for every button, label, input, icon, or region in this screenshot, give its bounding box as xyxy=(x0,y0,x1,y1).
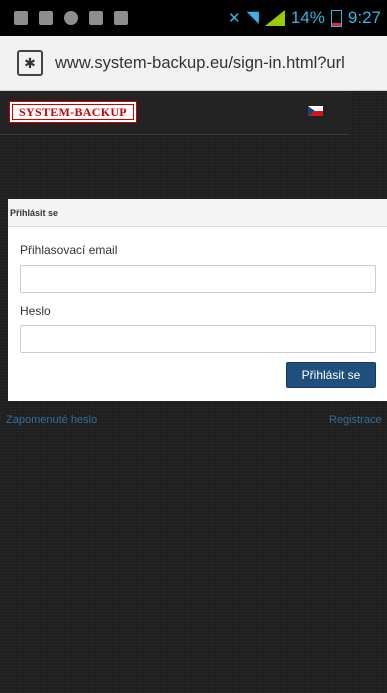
status-bar: ✕ ◥ 14% 9:27 xyxy=(0,0,387,36)
wifi-icon: ◥ xyxy=(246,9,259,26)
password-label: Heslo xyxy=(20,304,51,318)
site-logo[interactable]: SYSTEM-BACKUP xyxy=(9,101,137,123)
sync-icon xyxy=(64,11,78,25)
battery-percent: 14% xyxy=(290,8,325,27)
system-icons: ✕ ◥ 14% 9:27 xyxy=(228,8,387,28)
download-icon xyxy=(114,11,128,25)
mail-icon xyxy=(89,11,103,25)
email-label: Přihlasovací email xyxy=(20,243,118,257)
url-text[interactable]: www.system-backup.eu/sign-in.html?url xyxy=(55,54,385,73)
site-settings-icon[interactable]: ✱ xyxy=(17,50,43,76)
register-link[interactable]: Registrace xyxy=(329,414,382,426)
czech-flag-icon[interactable] xyxy=(308,106,323,116)
clock: 9:27 xyxy=(347,8,381,27)
sign-in-button[interactable]: Přihlásit se xyxy=(286,362,376,388)
camera-icon xyxy=(14,11,28,25)
email-field[interactable] xyxy=(20,265,376,293)
signal-icon xyxy=(264,10,285,26)
browser-url-bar[interactable]: ✱ www.system-backup.eu/sign-in.html?url xyxy=(0,36,387,91)
gallery-icon xyxy=(39,11,53,25)
mute-icon: ✕ xyxy=(227,10,241,27)
login-panel-title: Přihlásit se xyxy=(8,199,387,227)
site-header: SYSTEM-BACKUP xyxy=(0,91,350,135)
notification-icons xyxy=(0,11,128,25)
password-field[interactable] xyxy=(20,325,376,353)
battery-icon xyxy=(330,9,342,27)
forgot-password-link[interactable]: Zapomenuté heslo xyxy=(6,414,97,426)
login-panel: Přihlásit se Přihlasovací email Heslo Př… xyxy=(8,199,387,401)
